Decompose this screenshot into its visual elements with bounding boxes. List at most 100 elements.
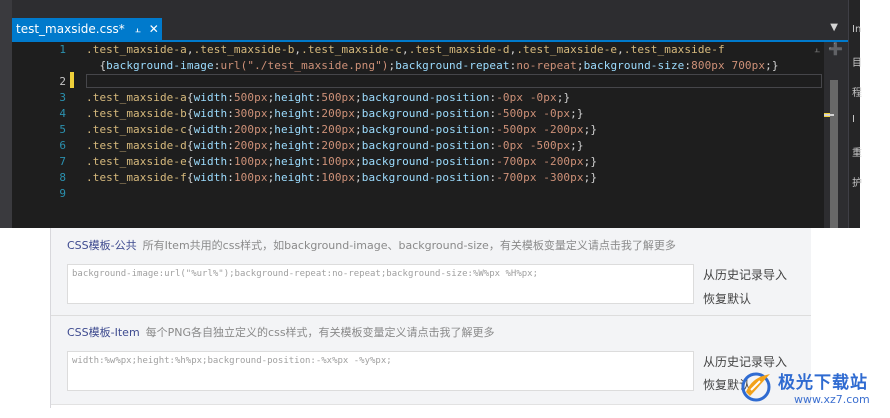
code-token: ; — [355, 139, 362, 152]
code-token: 200px — [233, 123, 268, 136]
public-template-description[interactable]: 所有Item共用的css样式，如background-image、backgro… — [143, 239, 676, 252]
settings-bottom-border — [51, 404, 811, 405]
code-token: url("./test_maxside.png") — [220, 59, 389, 72]
fold-icon[interactable]: ⫠ — [814, 44, 820, 55]
code-token: height — [274, 107, 315, 120]
code-token: .test_maxside-e — [516, 43, 618, 56]
code-token: ; — [355, 171, 362, 184]
code-token: , — [186, 43, 194, 56]
code-token: { — [186, 123, 194, 136]
public-reset-default-link[interactable]: 恢复默认 — [703, 290, 751, 307]
code-token: { — [86, 59, 107, 72]
code-token: { — [186, 91, 194, 104]
code-token: background-position — [361, 139, 490, 152]
section-divider — [51, 315, 811, 316]
code-token: { — [186, 155, 194, 168]
tab-title: test_maxside.css* — [16, 22, 125, 36]
side-panel-glyph: 目 — [852, 58, 862, 69]
code-token: { — [186, 139, 194, 152]
code-token: 300px — [233, 107, 268, 120]
public-template-title: CSS模板-公共 — [67, 239, 137, 252]
editor-tab-bar: test_maxside.css* ⫠ ✕ ▼ — [12, 0, 848, 40]
code-token: .test_maxside-e — [86, 155, 187, 168]
code-token: -0px -0px — [496, 91, 557, 104]
item-template-title: CSS模板-Item — [67, 326, 140, 339]
code-editor-window: test_maxside.css* ⫠ ✕ ▼ 1 2 3 4 5 6 7 8 9 .test_… — [0, 0, 862, 228]
code-token: .test_maxside-c — [86, 123, 187, 136]
code-token: : — [227, 91, 234, 104]
code-token: : — [227, 171, 234, 184]
code-token: .test_maxside-a — [86, 91, 187, 104]
item-template-textarea[interactable]: width:%w%px;height:%h%px;background-posi… — [67, 351, 694, 391]
code-token: : — [227, 155, 234, 168]
line-number: 1 — [59, 43, 66, 56]
code-token: ;} — [556, 91, 571, 104]
code-token: width — [193, 139, 228, 152]
item-template-header: CSS模板-Item 每个PNG各自独立定义的css样式，有关模板变量定义请点击我… — [67, 324, 495, 340]
code-area[interactable]: 123456789 .test_maxside-a,.test_maxside-… — [12, 42, 824, 228]
line-number: 9 — [59, 187, 66, 200]
close-icon[interactable]: ✕ — [149, 22, 159, 36]
code-line[interactable]: .test_maxside-f{width:100px;height:100px… — [86, 170, 597, 186]
code-token: ;} — [765, 59, 779, 72]
watermark-logo-icon — [741, 372, 771, 402]
code-token: ; — [355, 155, 362, 168]
code-token: ;} — [570, 107, 584, 120]
code-token: -0px -500px — [496, 139, 571, 152]
public-import-history-link[interactable]: 从历史记录导入 — [703, 266, 787, 283]
item-template-description[interactable]: 每个PNG各自独立定义的css样式，有关模板变量定义请点击我了解更多 — [146, 326, 495, 339]
line-number: 4 — [59, 107, 66, 120]
public-template-textarea[interactable]: background-image:url("%url%");background… — [67, 264, 694, 304]
tab-overflow-dropdown-icon[interactable]: ▼ — [830, 22, 838, 33]
code-token: ; — [355, 107, 362, 120]
code-token: 200px — [321, 107, 355, 120]
code-token: 200px — [321, 123, 355, 136]
code-line[interactable]: .test_maxside-a,.test_maxside-b,.test_ma… — [86, 42, 725, 58]
code-token: { — [186, 107, 194, 120]
current-line-highlight — [86, 74, 822, 88]
code-line[interactable]: .test_maxside-e{width:100px;height:100px… — [86, 154, 597, 170]
code-token: .test_maxside-f — [86, 171, 187, 184]
code-line[interactable]: {background-image:url("./test_maxside.pn… — [86, 58, 779, 74]
pin-icon[interactable]: ⫠ — [135, 24, 141, 35]
code-token: .test_maxside-d — [408, 43, 510, 56]
line-number-gutter: 1 2 3 4 5 6 7 8 9 — [12, 42, 66, 228]
code-token: 200px — [233, 139, 268, 152]
code-token: ;} — [583, 155, 598, 168]
code-token: 100px — [233, 171, 268, 184]
code-token: ; — [576, 59, 584, 72]
code-token: background-position — [361, 123, 490, 136]
code-token: ;} — [583, 123, 598, 136]
code-token: : — [227, 139, 234, 152]
code-token: 200px — [321, 139, 355, 152]
scrollbar-thumb[interactable] — [830, 80, 838, 228]
line-number: 2 — [59, 75, 66, 88]
code-token: width — [193, 123, 228, 136]
vertical-scrollbar[interactable]: ➕ — [824, 42, 848, 228]
watermark-url: www.xz7.com — [794, 393, 870, 406]
code-token: -700px -200px — [496, 155, 584, 168]
code-token: background-position — [361, 155, 490, 168]
side-panel-glyph: 重 — [852, 148, 862, 159]
tab-test-maxside-css[interactable]: test_maxside.css* ⫠ ✕ — [12, 18, 162, 40]
code-token: -700px -300px — [496, 171, 584, 184]
split-window-icon[interactable]: ➕ — [828, 42, 843, 56]
line-number: 3 — [59, 91, 66, 104]
code-token: background-position — [361, 91, 490, 104]
code-token: .test_maxside-c — [301, 43, 402, 56]
code-token: width — [193, 155, 228, 168]
scrollbar-caret-mark — [824, 114, 834, 116]
code-line[interactable]: .test_maxside-c{width:200px;height:200px… — [86, 122, 597, 138]
code-line[interactable]: .test_maxside-d{width:200px;height:200px… — [86, 138, 584, 154]
code-token: height — [274, 123, 315, 136]
code-token: { — [186, 171, 194, 184]
side-panel-glyph: I — [852, 114, 855, 125]
code-token: height — [274, 91, 315, 104]
code-line[interactable]: .test_maxside-a{width:500px;height:500px… — [86, 90, 570, 106]
side-panel-glyph: 程 — [852, 88, 862, 99]
code-token: 500px — [321, 91, 355, 104]
side-panel-strip: In 目程 I 重护 — [848, 0, 862, 228]
code-line[interactable]: .test_maxside-b{width:300px;height:200px… — [86, 106, 584, 122]
code-token: : — [227, 107, 234, 120]
side-panel-glyph: 护 — [852, 178, 862, 189]
